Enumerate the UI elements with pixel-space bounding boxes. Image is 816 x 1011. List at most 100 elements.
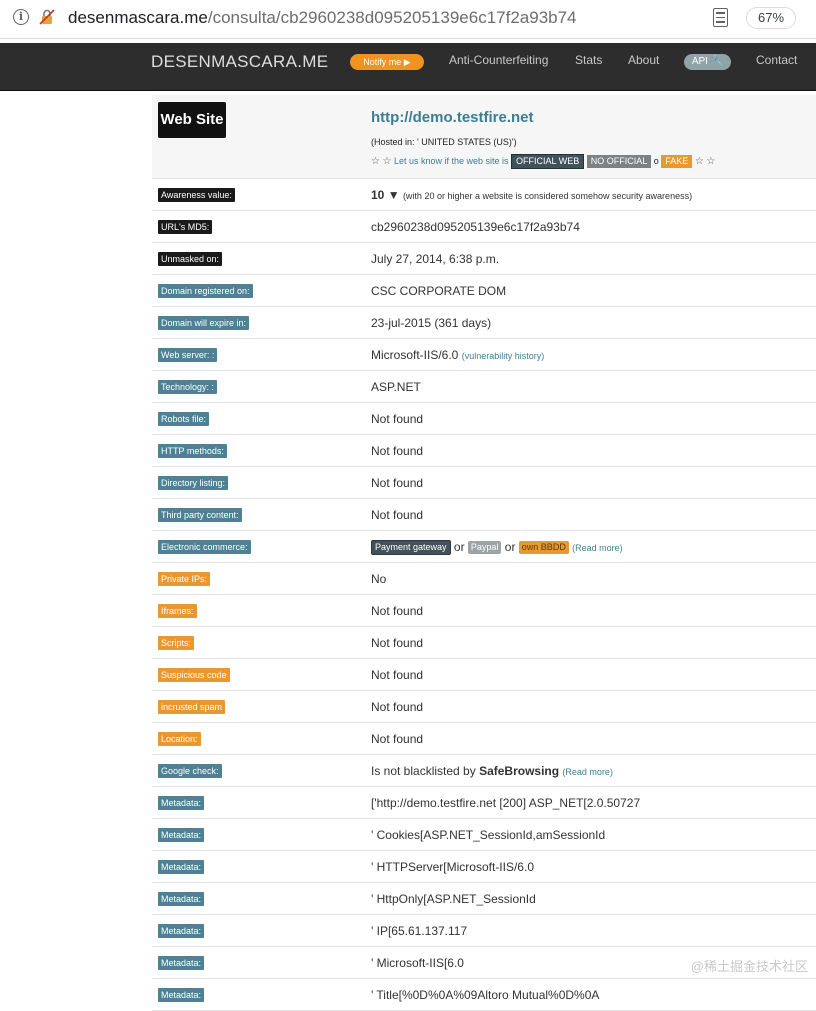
not-secure-icon[interactable] <box>38 8 56 26</box>
iframes-value: Not found <box>371 604 424 618</box>
ecommerce-label: Electronic commerce: <box>158 540 251 554</box>
awareness-value: 10 <box>371 188 385 202</box>
domain-registered-label: Domain registered on: <box>158 284 253 298</box>
metadata-value: ' HttpOnly[ASP.NET_SessionId <box>371 892 536 906</box>
google-check-value: Is not blacklisted by <box>371 764 476 778</box>
or-text: or <box>453 540 465 554</box>
domain-expire-label: Domain will expire in: <box>158 316 250 330</box>
metadata-label: Metadata: <box>158 924 205 938</box>
metadata-row: Metadata: ['http://demo.testfire.net [20… <box>152 787 816 819</box>
verify-line: ☆ ☆ Let us know if the web site is OFFIC… <box>371 154 715 169</box>
third-party-value: Not found <box>371 508 424 522</box>
unmasked-value: July 27, 2014, 6:38 p.m. <box>371 252 500 266</box>
directory-listing-value: Not found <box>371 476 424 490</box>
google-check-cell: Is not blacklisted by SafeBrowsing (Read… <box>371 764 613 778</box>
incrusted-spam-label: incrusted spam <box>158 700 226 714</box>
ecommerce-read-more-link[interactable]: (Read more) <box>572 543 623 553</box>
nav-about[interactable]: About <box>628 53 659 67</box>
web-server-row: Web server: : Microsoft-IIS/6.0 (vulnera… <box>152 339 816 371</box>
technology-label: Technology: : <box>158 380 218 394</box>
metadata-value: ' Title[%0D%0A%09Altoro Mutual%0D%0A <box>371 988 600 1002</box>
site-header-row: Web Site http://demo.testfire.net (Hoste… <box>152 95 816 179</box>
ecommerce-row: Electronic commerce: Payment gateway or … <box>152 531 816 563</box>
http-methods-row: HTTP methods: Not found <box>152 435 816 467</box>
vulnerability-history-link[interactable]: (vulnerability history) <box>462 351 545 361</box>
thumbs-down-icon: ▼ <box>387 188 400 202</box>
metadata-value: ' HTTPServer[Microsoft-IIS/6.0 <box>371 860 534 874</box>
metadata-row: Metadata: ' Cookies[ASP.NET_SessionId,am… <box>152 819 816 851</box>
location-value: Not found <box>371 732 424 746</box>
incrusted-spam-row: incrusted spam Not found <box>152 691 816 723</box>
robots-row: Robots file: Not found <box>152 403 816 435</box>
iframes-row: Iframes: Not found <box>152 595 816 627</box>
md5-label: URL's MD5: <box>158 220 213 234</box>
payment-gateway-tag: Payment gateway <box>371 540 451 555</box>
nav-anti-counterfeiting[interactable]: Anti-Counterfeiting <box>449 53 548 67</box>
google-check-label: Google check: <box>158 764 222 778</box>
info-icon[interactable]: i <box>13 9 29 25</box>
metadata-label: Metadata: <box>158 988 205 1002</box>
unmasked-row: Unmasked on: July 27, 2014, 6:38 p.m. <box>152 243 816 275</box>
metadata-label: Metadata: <box>158 956 205 970</box>
brand-logo[interactable]: DESENMASCARA.ME <box>151 52 328 72</box>
scripts-row: Scripts: Not found <box>152 627 816 659</box>
awareness-row: Awareness value: 10 ▼ (with 20 or higher… <box>152 179 816 211</box>
private-ips-label: Private IPs: <box>158 572 211 586</box>
nav-api-button[interactable]: API 🔧 <box>684 54 731 70</box>
hosted-in-text: (Hosted in: ' UNITED STATES (US)') <box>371 137 517 147</box>
google-check-row: Google check: Is not blacklisted by Safe… <box>152 755 816 787</box>
reader-mode-icon[interactable] <box>713 8 728 27</box>
location-label: Location: <box>158 732 201 746</box>
iframes-label: Iframes: <box>158 604 197 618</box>
star-icon: ☆ <box>382 156 392 167</box>
ecommerce-cell: Payment gateway or Paypal or own BBDD (R… <box>371 540 623 555</box>
domain-registered-value: CSC CORPORATE DOM <box>371 284 507 298</box>
site-url-link[interactable]: http://demo.testfire.net <box>371 109 534 126</box>
robots-value: Not found <box>371 412 424 426</box>
metadata-label: Metadata: <box>158 828 205 842</box>
no-official-button[interactable]: NO OFFICIAL <box>586 155 652 168</box>
private-ips-row: Private IPs: No <box>152 563 816 595</box>
suspicious-code-row: Suspicious code Not found <box>152 659 816 691</box>
url-host: desenmascara.me <box>68 8 208 27</box>
incrusted-spam-value: Not found <box>371 700 424 714</box>
directory-listing-label: Directory listing: <box>158 476 229 490</box>
metadata-label: Metadata: <box>158 796 205 810</box>
google-read-more-link[interactable]: (Read more) <box>562 767 613 777</box>
awareness-label: Awareness value: <box>158 188 235 202</box>
metadata-row: Metadata: ' Title[%0D%0A%09Altoro Mutual… <box>152 979 816 1011</box>
suspicious-code-value: Not found <box>371 668 424 682</box>
unmasked-label: Unmasked on: <box>158 252 223 266</box>
third-party-label: Third party content: <box>158 508 242 522</box>
private-ips-value: No <box>371 572 387 586</box>
http-methods-value: Not found <box>371 444 424 458</box>
megaphone-icon: ▶ <box>403 57 411 67</box>
domain-registered-row: Domain registered on: CSC CORPORATE DOM <box>152 275 816 307</box>
url-path: /consulta/cb2960238d095205139e6c17f2a93b… <box>207 8 577 27</box>
metadata-value: ' Microsoft-IIS[6.0 <box>371 956 464 970</box>
site-navbar: DESENMASCARA.ME Notify me ▶ Anti-Counter… <box>0 43 816 91</box>
notify-me-button[interactable]: Notify me ▶ <box>350 54 424 70</box>
metadata-row: Metadata: ' HttpOnly[ASP.NET_SessionId <box>152 883 816 915</box>
notify-label: Notify me <box>363 57 402 67</box>
nav-stats[interactable]: Stats <box>575 53 602 67</box>
official-web-button[interactable]: OFFICIAL WEB <box>511 154 585 169</box>
awareness-note: (with 20 or higher a website is consider… <box>402 191 693 201</box>
domain-expire-row: Domain will expire in: 23-jul-2015 (361 … <box>152 307 816 339</box>
report-table: Web Site http://demo.testfire.net (Hoste… <box>152 95 816 1011</box>
or-text: o <box>653 156 659 166</box>
paypal-tag: Paypal <box>467 541 502 554</box>
web-site-badge: Web Site <box>158 102 226 138</box>
fake-button[interactable]: FAKE <box>661 155 693 168</box>
http-methods-label: HTTP methods: <box>158 444 227 458</box>
star-icon: ☆ <box>371 156 380 167</box>
nav-contact[interactable]: Contact <box>756 53 797 67</box>
metadata-label: Metadata: <box>158 892 205 906</box>
zoom-indicator[interactable]: 67% <box>746 7 796 29</box>
own-bbdd-tag: own BBDD <box>518 541 569 554</box>
url-field[interactable]: desenmascara.me/consulta/cb2960238d09520… <box>68 8 577 28</box>
suspicious-code-label: Suspicious code <box>158 668 230 682</box>
metadata-row: Metadata: ' HTTPServer[Microsoft-IIS/6.0 <box>152 851 816 883</box>
technology-value: ASP.NET <box>371 380 421 394</box>
robots-label: Robots file: <box>158 412 210 426</box>
